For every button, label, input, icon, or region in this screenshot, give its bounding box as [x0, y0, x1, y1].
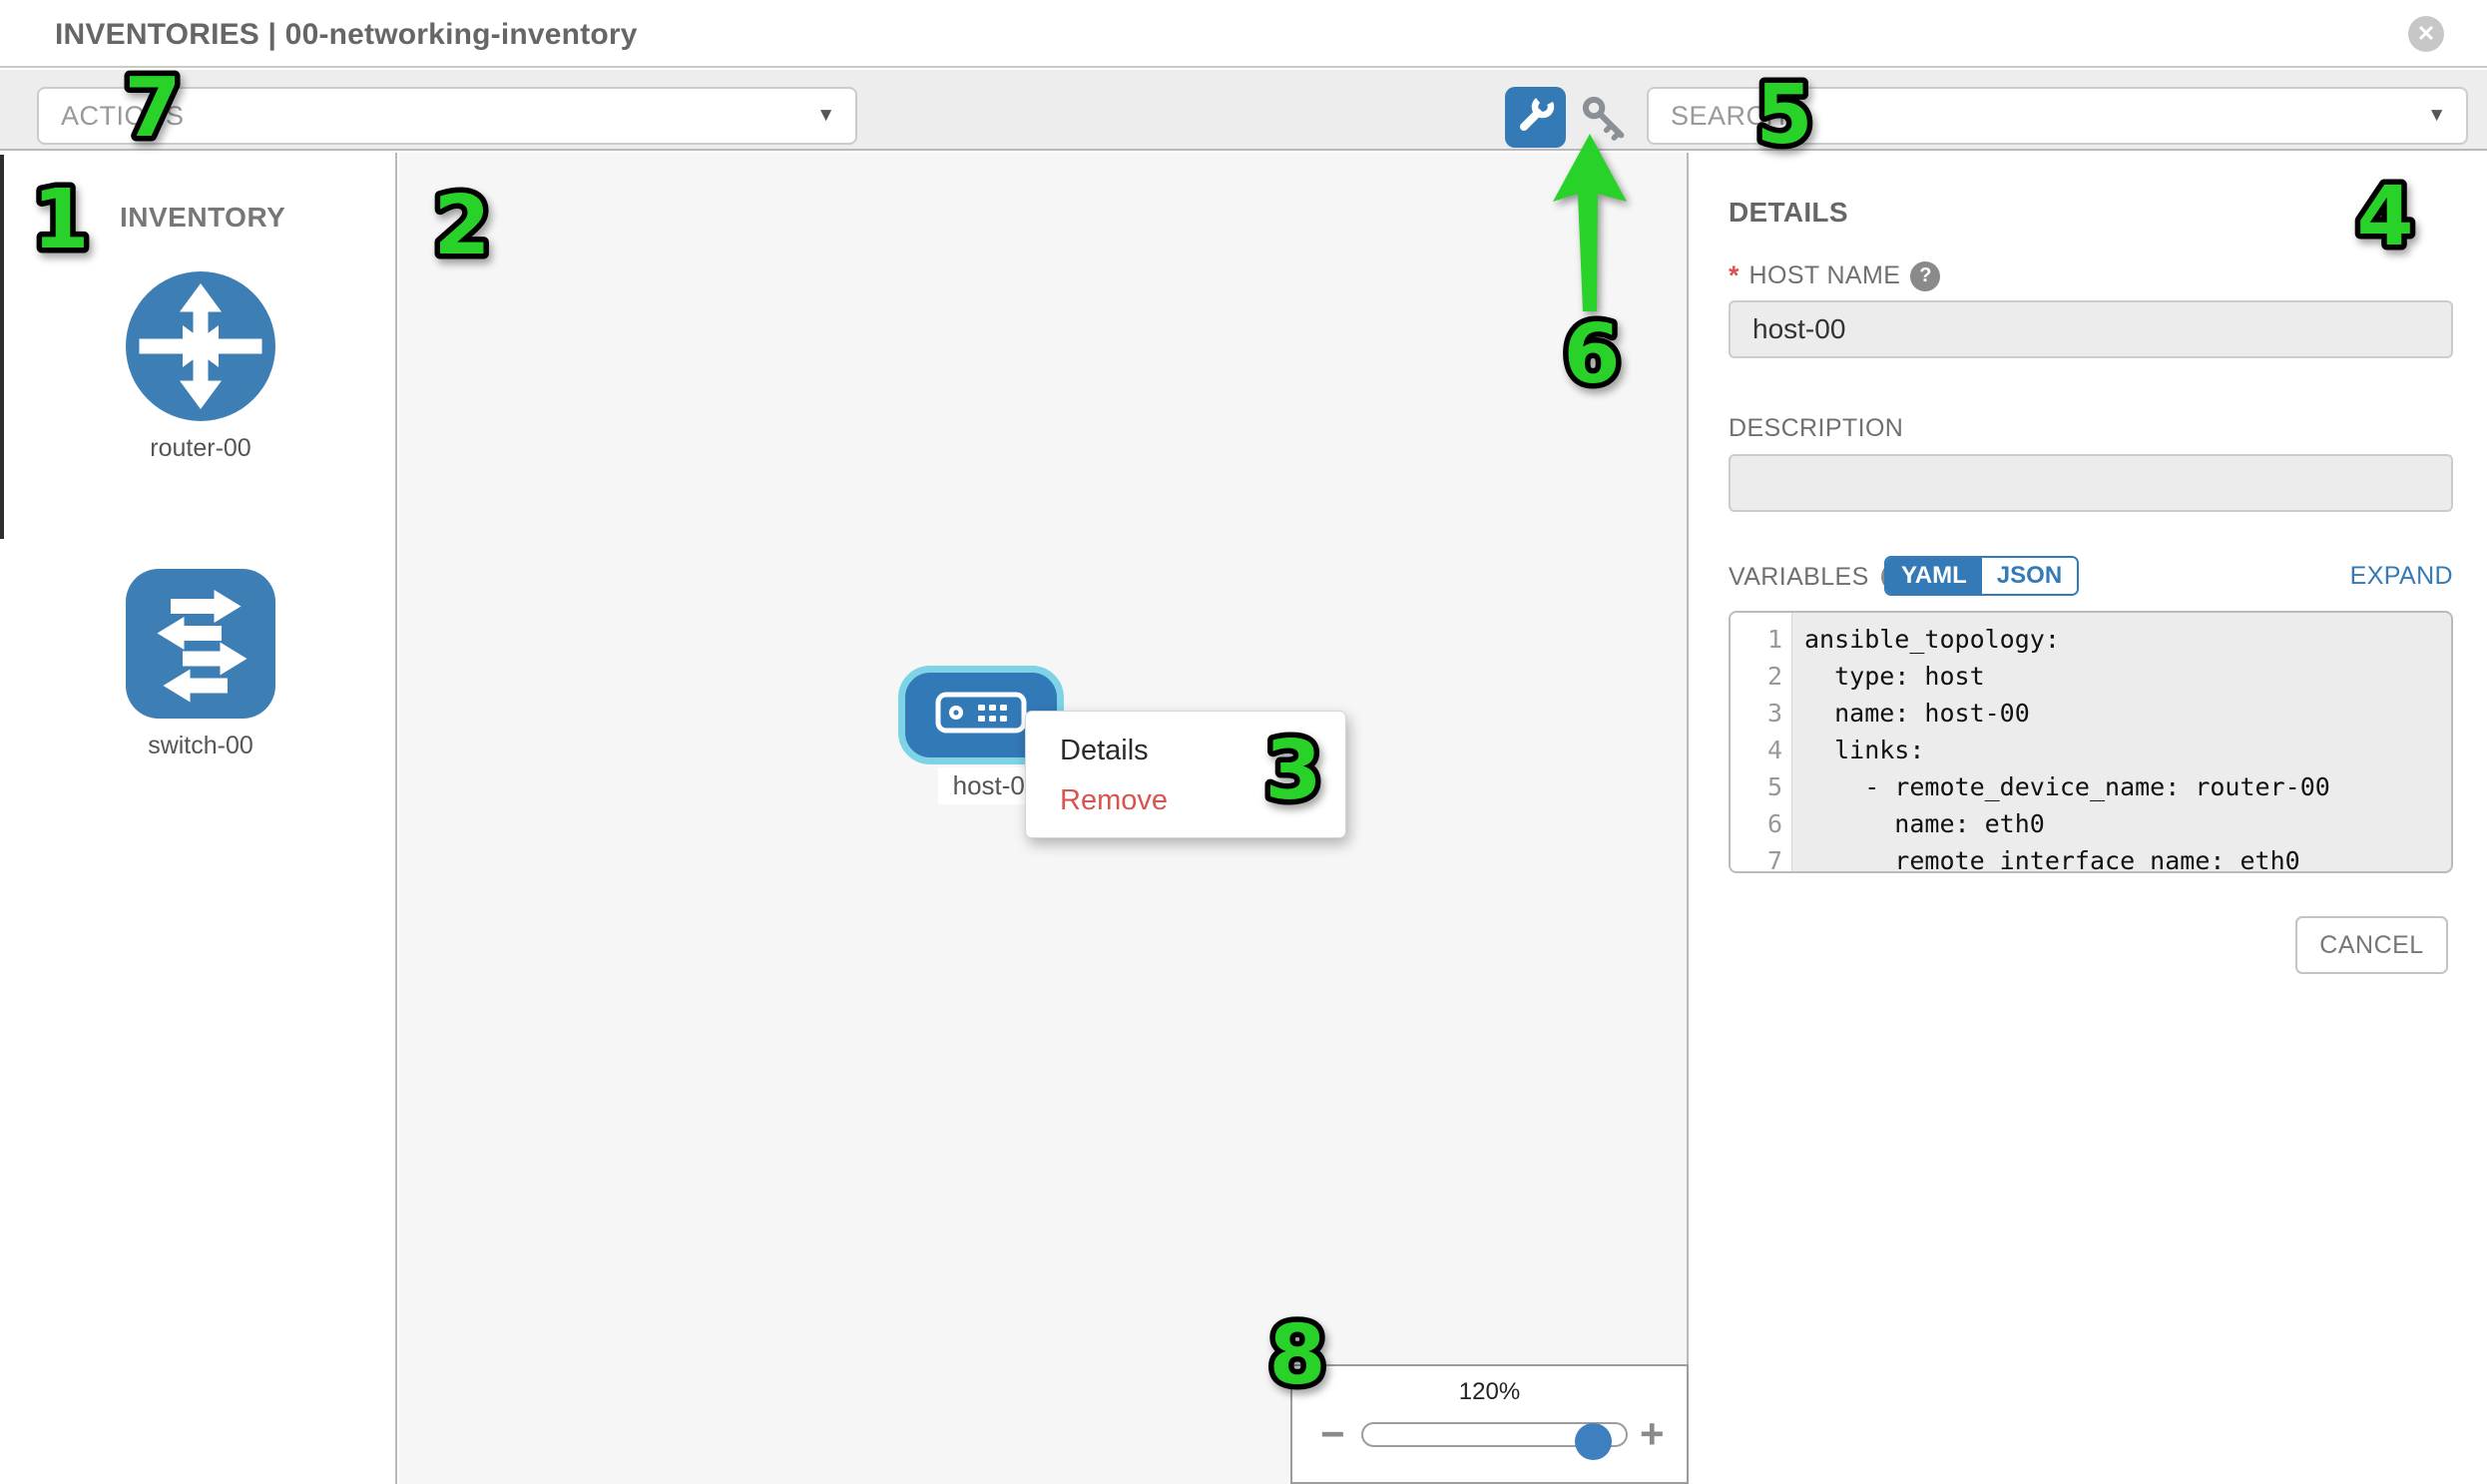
- sidebar-item-label: switch-00: [126, 732, 275, 760]
- toolbar: ACTIONS ▼ SEARCH ▼: [0, 70, 2487, 151]
- variables-code-editor[interactable]: 1ansible_topology: 2 type: host 3 name: …: [1729, 611, 2453, 873]
- close-icon[interactable]: ✕: [2408, 16, 2444, 52]
- expand-link[interactable]: EXPAND: [2350, 562, 2453, 591]
- sidebar-item-switch[interactable]: switch-00: [126, 569, 275, 760]
- code-line: 3 name: host-00: [1731, 695, 2451, 732]
- router-icon: [126, 408, 275, 425]
- question-glyph: ?: [1919, 264, 1931, 287]
- zoom-widget: 120% − +: [1290, 1364, 1689, 1484]
- context-menu-item-remove[interactable]: Remove: [1026, 775, 1345, 825]
- zoom-slider-thumb[interactable]: [1575, 1423, 1612, 1460]
- line-text: type: host: [1792, 658, 1985, 695]
- page-title: INVENTORIES | 00-networking-inventory: [55, 18, 638, 52]
- zoom-in-button[interactable]: +: [1640, 1412, 1665, 1456]
- zoom-out-button[interactable]: −: [1320, 1412, 1345, 1456]
- line-text: name: host-00: [1792, 695, 2030, 732]
- actions-dropdown[interactable]: ACTIONS ▼: [37, 87, 857, 145]
- line-number: 5: [1731, 768, 1792, 805]
- toolbar-wrench-button[interactable]: [1505, 87, 1566, 148]
- host-icon: [935, 690, 1027, 741]
- zoom-level-value: 120%: [1292, 1378, 1687, 1406]
- key-icon: [1581, 130, 1629, 147]
- code-line: 2 type: host: [1731, 658, 2451, 695]
- required-marker: *: [1729, 260, 1740, 291]
- toggle-json-button[interactable]: JSON: [1982, 558, 2077, 594]
- host-name-label: HOST NAME: [1749, 261, 1901, 290]
- description-field[interactable]: [1729, 454, 2453, 512]
- code-line: 4 links:: [1731, 732, 2451, 768]
- line-number: 2: [1731, 658, 1792, 695]
- title-bar: INVENTORIES | 00-networking-inventory ✕: [0, 0, 2487, 68]
- variables-format-toggle: YAML JSON: [1884, 556, 2079, 596]
- line-number: 3: [1731, 695, 1792, 732]
- search-dropdown[interactable]: SEARCH ▼: [1647, 87, 2468, 145]
- variables-label: VARIABLES: [1729, 563, 1869, 592]
- code-line: 7 remote_interface_name: eth0: [1731, 842, 2451, 873]
- host-name-field[interactable]: [1729, 300, 2453, 358]
- sidebar-item-label: router-00: [126, 434, 275, 463]
- search-dropdown-label: SEARCH: [1671, 101, 1786, 132]
- code-line: 5 - remote_device_name: router-00: [1731, 768, 2451, 805]
- line-text: links:: [1792, 732, 1924, 768]
- node-context-menu: Details Remove: [1025, 711, 1346, 838]
- topology-canvas[interactable]: host-00 Details Remove 120% − +: [399, 153, 1689, 1484]
- help-icon[interactable]: ?: [1910, 261, 1940, 291]
- line-number: 6: [1731, 805, 1792, 842]
- variables-row: VARIABLES ? YAML JSON EXPAND: [1729, 556, 2453, 600]
- sidebar-item-router[interactable]: router-00: [126, 271, 275, 463]
- editor-lines: 1ansible_topology: 2 type: host 3 name: …: [1731, 621, 2451, 873]
- cancel-button[interactable]: CANCEL: [2295, 916, 2448, 974]
- inventory-sidebar: INVENTORY router-00: [0, 153, 397, 1484]
- drawer-edge: [0, 155, 4, 539]
- zoom-slider-row: − +: [1292, 1410, 1687, 1458]
- actions-dropdown-label: ACTIONS: [61, 101, 185, 132]
- close-glyph: ✕: [2417, 21, 2435, 47]
- toolbar-key-button[interactable]: [1581, 95, 1629, 143]
- description-label: DESCRIPTION: [1729, 414, 1903, 443]
- switch-icon: [126, 706, 275, 723]
- line-number: 4: [1731, 732, 1792, 768]
- inventory-topology-screen: INVENTORIES | 00-networking-inventory ✕ …: [0, 0, 2487, 1484]
- zoom-slider-track[interactable]: [1361, 1422, 1628, 1447]
- sidebar-heading: INVENTORY: [120, 202, 285, 234]
- line-number: 7: [1731, 842, 1792, 873]
- line-text: ansible_topology:: [1792, 621, 2060, 658]
- line-text: name: eth0: [1792, 805, 2045, 842]
- code-line: 1ansible_topology:: [1731, 621, 2451, 658]
- line-text: - remote_device_name: router-00: [1792, 768, 2330, 805]
- details-heading: DETAILS: [1729, 197, 1848, 229]
- line-text: remote_interface_name: eth0: [1792, 842, 2300, 873]
- chevron-down-icon: ▼: [2427, 105, 2446, 127]
- host-name-label-row: * HOST NAME ?: [1729, 260, 1940, 291]
- line-number: 1: [1731, 621, 1792, 658]
- toggle-yaml-button[interactable]: YAML: [1886, 558, 1982, 594]
- context-menu-item-details[interactable]: Details: [1026, 726, 1345, 775]
- code-line: 6 name: eth0: [1731, 805, 2451, 842]
- description-label-row: DESCRIPTION: [1729, 414, 1903, 443]
- chevron-down-icon: ▼: [816, 105, 835, 127]
- wrench-icon: [1516, 95, 1556, 140]
- details-panel: DETAILS * HOST NAME ? DESCRIPTION VARIAB…: [1691, 153, 2487, 1484]
